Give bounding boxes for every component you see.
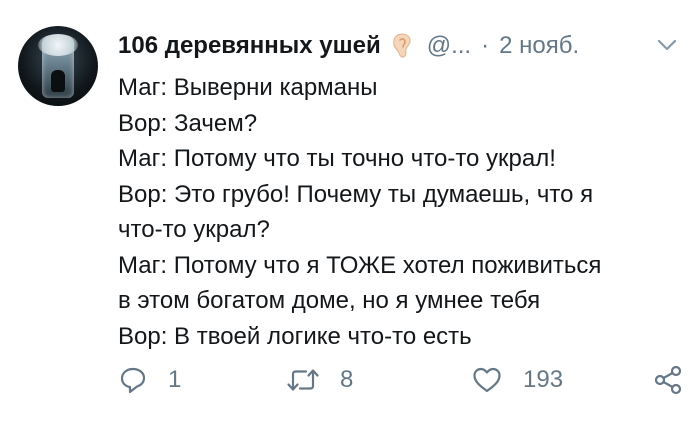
tweet-text-line: Вор: В твоей логике что-то есть (118, 322, 472, 350)
reply-count: 1 (168, 366, 182, 393)
chevron-down-icon[interactable] (654, 32, 680, 58)
tweet-header: 106 деревянных ушей @... · 2 нояб. (118, 28, 680, 64)
share-button[interactable] (652, 362, 684, 398)
heart-icon (471, 365, 503, 395)
tweet-text-line: Маг: Потому что ты точно что-то украл! (118, 145, 556, 172)
tweet-actions: 1 8 193 (118, 362, 688, 398)
tweet-text-line: Вор: Это грубо! Почему ты думаешь, что я (118, 180, 594, 208)
tweet[interactable]: 106 деревянных ушей @... · 2 нояб. Маг: … (0, 0, 700, 427)
tweet-text: Маг: Выверни карманы Вор: Зачем? Маг: По… (118, 70, 688, 354)
tweet-date[interactable]: 2 нояб. (499, 32, 579, 60)
tweet-text-line: Вор: Зачем? (118, 109, 258, 137)
retweet-button[interactable]: 8 (286, 362, 353, 398)
like-count: 193 (523, 366, 564, 393)
tweet-text-line: что-то украл? (118, 216, 270, 243)
tweet-text-line: в этом богатом доме, но я умнее тебя (118, 287, 541, 314)
retweet-count: 8 (340, 366, 354, 393)
tweet-text-line: Маг: Выверни карманы (118, 74, 378, 101)
author-handle[interactable]: @... (427, 32, 471, 60)
reply-icon (118, 365, 148, 395)
share-icon (652, 364, 684, 396)
tweet-text-line: Маг: Потому что я ТОЖЕ хотел поживиться (118, 251, 602, 279)
author-name[interactable]: 106 деревянных ушей (118, 32, 381, 60)
avatar-cloud (38, 34, 78, 56)
avatar[interactable] (18, 26, 98, 106)
reply-button[interactable]: 1 (118, 362, 181, 398)
avatar-cat-silhouette (51, 70, 65, 92)
ear-icon (391, 32, 413, 60)
header-separator: · (481, 32, 490, 59)
like-button[interactable]: 193 (471, 362, 563, 398)
retweet-icon (286, 365, 320, 395)
